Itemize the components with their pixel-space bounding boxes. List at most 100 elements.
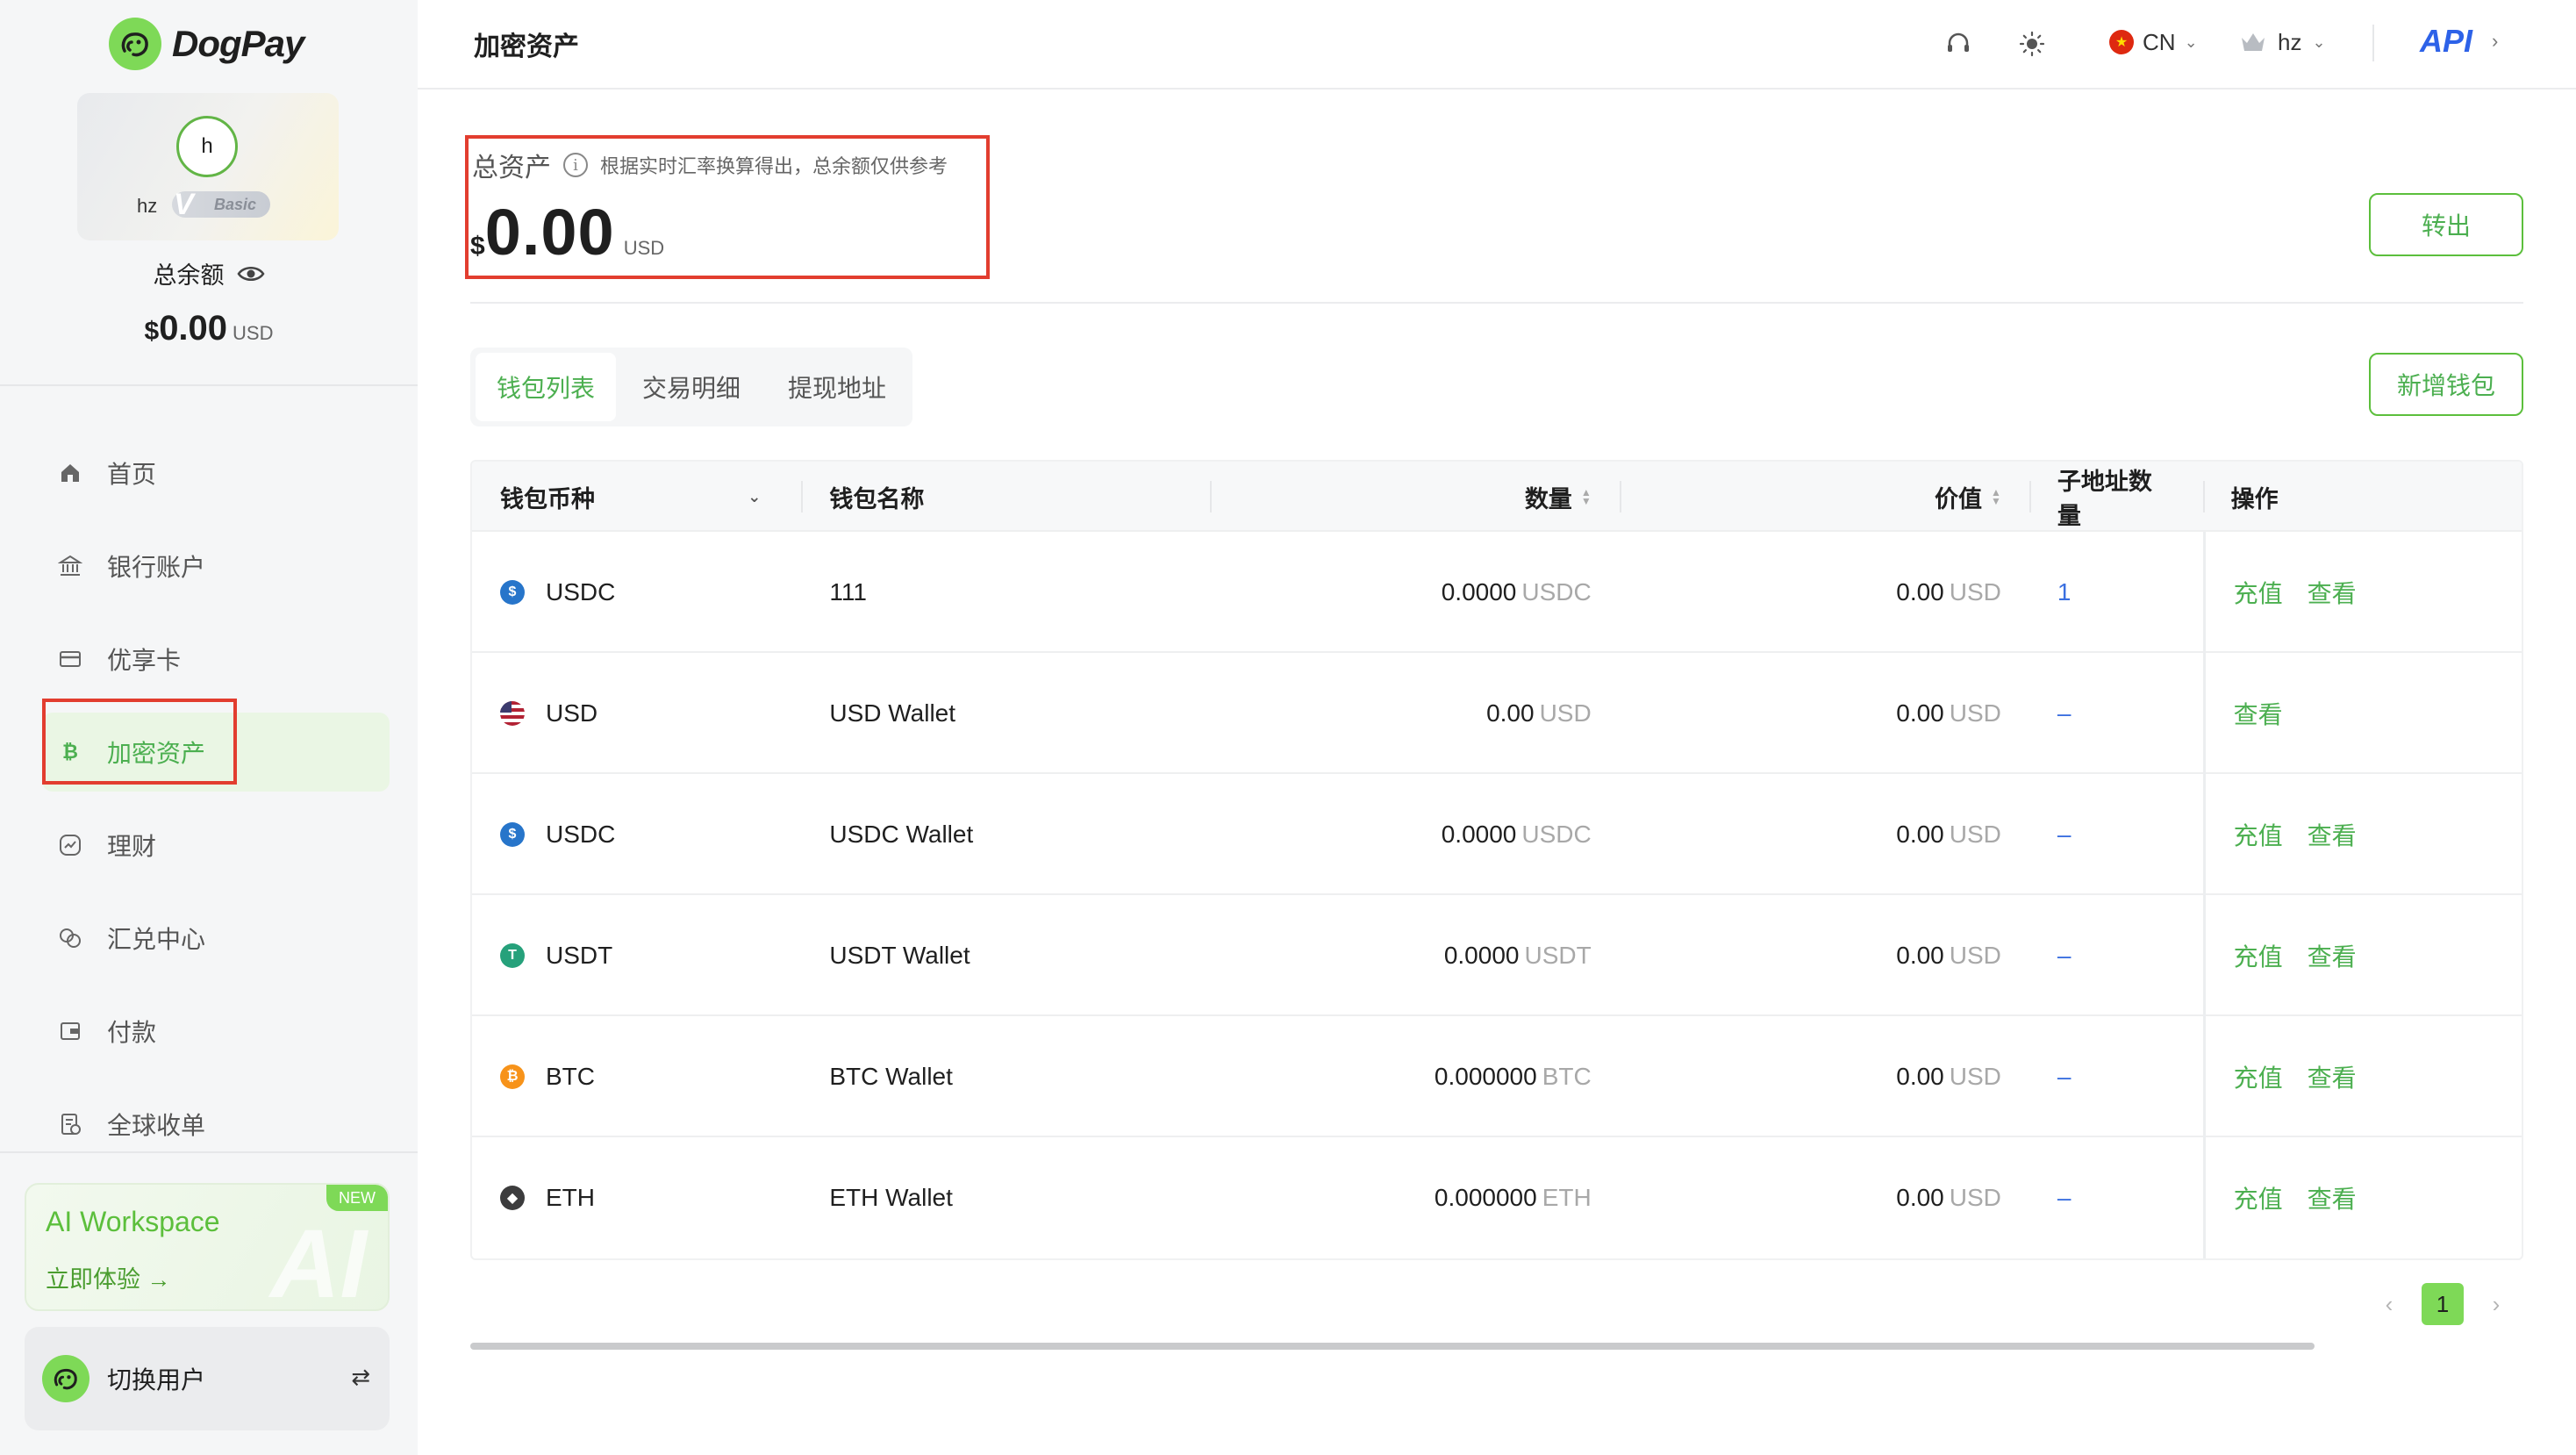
profile-name: hz: [137, 195, 158, 217]
cell-sub-addresses: –: [2057, 942, 2072, 969]
deposit-button[interactable]: 充值: [2234, 938, 2283, 973]
avatar: h: [176, 116, 238, 177]
dog-logo-icon: [109, 18, 161, 70]
ai-watermark: AI: [270, 1210, 367, 1311]
cell-currency: USD: [472, 653, 801, 774]
page-title: 加密资产: [474, 32, 579, 61]
sun-icon[interactable]: [2014, 26, 2050, 61]
sidebar-item-home[interactable]: 首页: [42, 434, 390, 512]
bank-icon: [53, 548, 88, 584]
user-menu[interactable]: hz ⌄: [2239, 23, 2326, 61]
cell-sub-addresses: –: [2057, 1184, 2072, 1211]
view-button[interactable]: 查看: [2308, 1059, 2357, 1094]
wallet-icon: [53, 1014, 88, 1049]
info-icon[interactable]: i: [563, 153, 588, 177]
page-number-current[interactable]: 1: [2422, 1283, 2464, 1325]
sidebar-item-payment[interactable]: 付款: [42, 992, 390, 1071]
ai-workspace-card[interactable]: AI NEW AI Workspace 立即体验 →: [25, 1183, 390, 1311]
cell-value: 0.00 USD: [1896, 1063, 2001, 1090]
sidebar-item-crypto-assets[interactable]: ₿ 加密资产: [42, 713, 390, 792]
table-row: $ USDC USDC Wallet 0.0000 USDC 0.00 USD – …: [472, 774, 2522, 895]
cell-actions: 充值 查看: [2202, 532, 2522, 653]
cell-quantity: 0.0000 USDT: [1443, 942, 1592, 969]
column-wallet-name: 钱包名称: [801, 462, 1209, 532]
headset-icon[interactable]: [1941, 26, 1976, 61]
language-selector[interactable]: ★ CN ⌄: [2109, 23, 2198, 61]
cell-wallet-name: 111: [829, 578, 867, 606]
dog-logo-icon: [42, 1355, 89, 1402]
cell-wallet-name: ETH Wallet: [829, 1184, 953, 1211]
exchange-icon: [53, 921, 88, 956]
view-button[interactable]: 查看: [2234, 696, 2283, 731]
cell-sub-addresses: –: [2057, 821, 2072, 848]
cell-actions: 充值 查看: [2202, 895, 2522, 1016]
column-quantity[interactable]: 数量 ▲ ▼: [1209, 462, 1620, 532]
pagination: ‹ 1 ›: [2376, 1281, 2509, 1327]
usdc-icon: $: [500, 822, 525, 847]
deposit-button[interactable]: 充值: [2234, 1180, 2283, 1215]
wallet-tabs: 钱包列表 交易明细 提现地址: [470, 348, 913, 426]
view-button[interactable]: 查看: [2308, 817, 2357, 852]
swap-arrows-icon: ⇄: [351, 1364, 370, 1390]
view-button[interactable]: 查看: [2308, 575, 2357, 610]
deposit-button[interactable]: 充值: [2234, 575, 2283, 610]
china-flag-icon: ★: [2109, 30, 2134, 54]
prev-page-button[interactable]: ‹: [2376, 1291, 2402, 1318]
chevron-down-icon[interactable]: ⌄: [748, 488, 761, 506]
tab-transactions[interactable]: 交易明细: [621, 353, 762, 421]
switch-user-button[interactable]: 切换用户 ⇄: [25, 1327, 390, 1430]
ai-workspace-title: AI Workspace: [46, 1206, 220, 1237]
sidebar-item-bank-account[interactable]: 银行账户: [42, 527, 390, 606]
top-header: 加密资产 ★ CN ⌄ hz ⌄ API ›: [418, 0, 2576, 90]
sidebar-balance-value: $0.00 USD: [144, 309, 274, 348]
cell-sub-addresses: –: [2057, 699, 2072, 727]
sidebar-divider: [0, 1151, 418, 1153]
cell-value: 0.00 USD: [1896, 821, 2001, 848]
tier-mark: V: [174, 188, 194, 221]
deposit-button[interactable]: 充值: [2234, 1059, 2283, 1094]
column-actions: 操作: [2202, 462, 2522, 532]
crown-icon: [2242, 33, 2265, 51]
chevron-down-icon: ⌄: [2184, 32, 2198, 51]
cell-currency: ₿ BTC: [472, 1016, 801, 1137]
arrow-right-icon: →: [147, 1266, 171, 1293]
sidebar-item-card[interactable]: 优享卡: [42, 620, 390, 699]
table-row: T USDT USDT Wallet 0.0000 USDT 0.00 USD – …: [472, 895, 2522, 1016]
eye-icon[interactable]: [236, 265, 265, 283]
sort-icon[interactable]: ▲ ▼: [1581, 487, 1592, 506]
tab-withdraw-addresses[interactable]: 提现地址: [767, 353, 908, 421]
table-header: 钱包币种 ⌄ 钱包名称 数量 ▲ ▼ 价值 ▲ ▼ 子地址数量 操作: [472, 462, 2522, 532]
brand-name: DogPay: [172, 23, 304, 64]
cell-value: 0.00 USD: [1896, 578, 2001, 606]
total-assets-value: $0.00 USD: [470, 196, 665, 269]
view-button[interactable]: 查看: [2308, 1180, 2357, 1215]
sidebar-nav: 首页 银行账户 优享卡 ₿ 加密资产 理财 汇兑中心 付款 全球收单: [42, 434, 390, 1178]
sub-address-count-link[interactable]: 1: [2057, 578, 2072, 606]
view-button[interactable]: 查看: [2308, 938, 2357, 973]
column-currency[interactable]: 钱包币种 ⌄: [472, 462, 801, 532]
sidebar: DogPay h hz Basic V 总余额 $0.00 USD 首页 银行账户…: [0, 0, 418, 1455]
sidebar-item-exchange[interactable]: 汇兑中心: [42, 899, 390, 978]
add-wallet-button[interactable]: 新增钱包: [2369, 353, 2523, 416]
cell-currency: $ USDC: [472, 532, 801, 653]
sidebar-item-finance[interactable]: 理财: [42, 806, 390, 885]
brand-logo[interactable]: DogPay: [109, 16, 304, 72]
column-value[interactable]: 价值 ▲ ▼: [1619, 462, 2029, 532]
cell-quantity: 0.0000 USDC: [1441, 578, 1592, 606]
transfer-out-button[interactable]: 转出: [2369, 193, 2523, 256]
cell-wallet-name: BTC Wallet: [829, 1063, 953, 1090]
header-divider: [2372, 25, 2374, 61]
table-row: ◆ ETH ETH Wallet 0.000000 ETH 0.00 USD – 充…: [472, 1137, 2522, 1258]
card-icon: [53, 641, 88, 677]
ai-try-now-link[interactable]: 立即体验 →: [46, 1260, 171, 1294]
cell-actions: 充值 查看: [2202, 1016, 2522, 1137]
cell-quantity: 0.000000 BTC: [1434, 1063, 1592, 1090]
deposit-button[interactable]: 充值: [2234, 817, 2283, 852]
api-link[interactable]: API ›: [2420, 19, 2498, 63]
profile-card[interactable]: h hz Basic V: [77, 93, 339, 240]
tab-wallet-list[interactable]: 钱包列表: [476, 353, 617, 421]
sort-icon[interactable]: ▲ ▼: [1991, 487, 2001, 506]
table-horizontal-scrollbar[interactable]: [470, 1343, 2315, 1350]
total-assets-label: 总资产 i 根据实时汇率换算得出，总余额仅供参考: [472, 146, 948, 184]
next-page-button[interactable]: ›: [2483, 1291, 2509, 1318]
